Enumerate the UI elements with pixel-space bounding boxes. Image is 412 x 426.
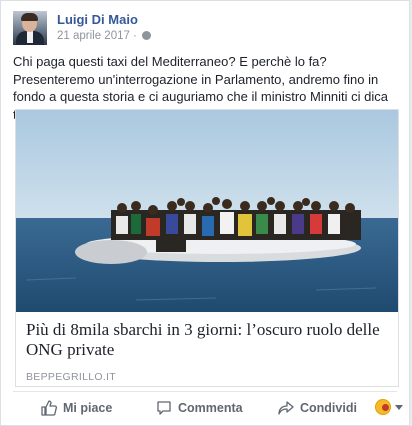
link-headline[interactable]: Più di 8mila sbarchi in 3 giorni: l’oscu… <box>26 320 388 360</box>
comment-button[interactable]: Commenta <box>156 394 243 422</box>
avatar[interactable] <box>13 11 47 45</box>
reaction-emoji-icon <box>375 399 391 415</box>
link-image[interactable] <box>16 110 398 312</box>
post-meta: 21 aprile 2017 · <box>57 30 152 42</box>
divider <box>13 391 397 392</box>
globe-icon <box>142 31 152 40</box>
share-arrow-icon <box>278 401 294 415</box>
author-name[interactable]: Luigi Di Maio <box>57 12 138 27</box>
like-label: Mi piace <box>63 401 113 415</box>
post-date[interactable]: 21 aprile 2017 · <box>57 30 137 42</box>
comment-label: Commenta <box>178 401 243 415</box>
share-button[interactable]: Condividi <box>278 394 357 422</box>
reaction-selector[interactable] <box>375 399 403 415</box>
share-label: Condividi <box>300 401 357 415</box>
post-actions: Mi piace Commenta Condividi <box>1 394 411 424</box>
caret-down-icon <box>395 404 403 410</box>
speech-bubble-icon <box>157 401 171 415</box>
thumbs-up-icon <box>41 400 57 416</box>
link-preview[interactable]: Più di 8mila sbarchi in 3 giorni: l’oscu… <box>15 109 399 387</box>
like-button[interactable]: Mi piace <box>41 394 112 422</box>
link-domain: BEPPEGRILLO.IT <box>26 371 116 383</box>
post-card: Luigi Di Maio 21 aprile 2017 · Chi paga … <box>0 0 410 426</box>
